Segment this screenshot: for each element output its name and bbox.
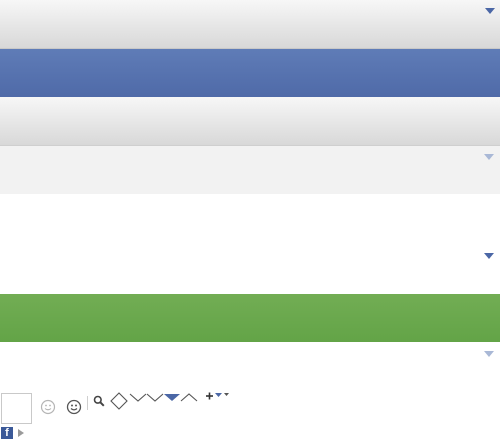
chevron-up-outline-icon[interactable] xyxy=(180,393,198,402)
plus-dropdown-icon[interactable] xyxy=(204,391,232,403)
green-band xyxy=(0,294,500,342)
smiley-icon[interactable] xyxy=(66,399,82,415)
dropdown-arrow-icon[interactable] xyxy=(484,154,494,160)
smiley-light-icon[interactable] xyxy=(40,399,56,415)
gray-band xyxy=(0,97,500,146)
chevron-down-outline-icon[interactable] xyxy=(146,393,164,402)
white-band[interactable] xyxy=(0,194,500,294)
gray-header-band[interactable] xyxy=(0,0,500,49)
search-icon[interactable] xyxy=(93,395,105,407)
triangle-down-filled-icon[interactable] xyxy=(164,394,180,401)
blue-band xyxy=(0,49,500,97)
dropdown-arrow-icon[interactable] xyxy=(484,351,494,357)
play-icon[interactable] xyxy=(18,429,24,437)
light-gray-band[interactable] xyxy=(0,146,500,194)
dropdown-arrow-icon[interactable] xyxy=(484,253,494,259)
chevron-down-outline-icon[interactable] xyxy=(129,393,147,402)
white-band-lower[interactable] xyxy=(0,342,500,390)
facebook-icon[interactable]: f xyxy=(1,427,13,439)
diamond-icon[interactable] xyxy=(110,392,128,410)
toolbar-separator xyxy=(87,396,88,410)
dropdown-arrow-icon[interactable] xyxy=(485,8,495,14)
color-swatch-box[interactable] xyxy=(1,393,32,424)
